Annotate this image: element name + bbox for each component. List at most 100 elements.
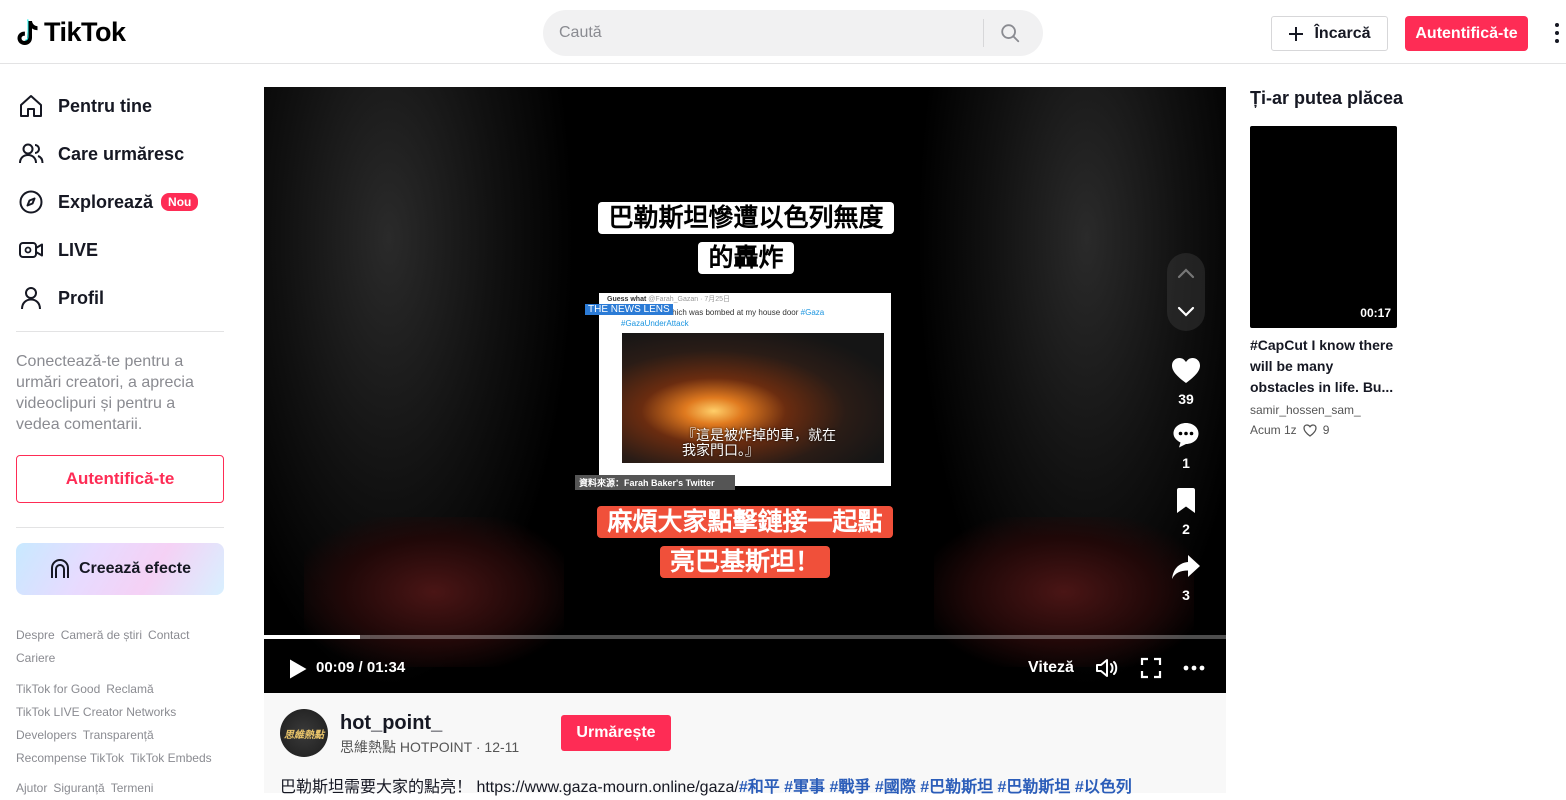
heart-icon [1172, 358, 1200, 383]
upload-label: Încarcă [1314, 24, 1371, 42]
home-icon [16, 91, 46, 121]
time-display: 00:09 / 01:34 [316, 659, 406, 676]
chevron-down-icon[interactable] [1177, 306, 1195, 318]
following-icon [16, 139, 46, 169]
search-input[interactable] [543, 24, 983, 42]
recommended-video-thumbnail[interactable]: 00:17 [1250, 126, 1397, 328]
fullscreen-icon[interactable] [1140, 657, 1162, 679]
speed-button[interactable]: Viteză [1028, 659, 1074, 677]
sidebar-item-explore[interactable]: Explorează Nou [16, 182, 199, 222]
sidebar-item-live[interactable]: LIVE [16, 230, 98, 270]
new-badge: Nou [161, 193, 199, 211]
video-subtitle: 『這是被炸掉的車，就在我家門口。』 [682, 427, 836, 458]
more-menu-icon[interactable] [1548, 20, 1566, 46]
footer-link[interactable]: TikTok LIVE Creator Networks [16, 705, 176, 719]
heart-outline-icon [1303, 423, 1317, 437]
login-button-sidebar[interactable]: Autentifică-te [16, 455, 224, 503]
video-controls: 00:09 / 01:34 Viteză [264, 647, 1226, 687]
progress-fill [264, 635, 361, 639]
footer-links-row: Cariere [16, 647, 231, 670]
search-button[interactable] [984, 10, 1036, 56]
video-description: 巴勒斯坦需要大家的點亮！ https://www.gaza-mourn.onli… [280, 773, 1220, 797]
live-icon [16, 235, 46, 265]
sidebar-item-following[interactable]: Care urmăresc [16, 134, 184, 174]
footer-link[interactable]: Recompense TikTok [16, 751, 124, 765]
footer-link[interactable]: Cameră de știri [61, 628, 142, 642]
footer-links-row: TikTok LIVE Creator Networks [16, 701, 231, 724]
divider [16, 331, 224, 332]
footer-link[interactable]: TikTok for Good [16, 682, 100, 696]
footer-links-row: TikTok for Good Reclamă [16, 678, 231, 701]
sidebar-item-label: LIVE [58, 239, 99, 260]
comment-button[interactable]: 1 [1165, 421, 1207, 471]
tiktok-note-icon [17, 19, 38, 45]
login-prompt-text: Conectează-te pentru a urmări creatori, … [16, 353, 194, 433]
more-options-icon[interactable] [1183, 665, 1205, 671]
login-button-header[interactable]: Autentifică-te [1405, 16, 1528, 51]
share-arrow-icon [1172, 555, 1200, 579]
video-caption-top: 巴勒斯坦慘遭以色列無度的轟炸 [597, 198, 895, 278]
logo-text: TikTok [44, 17, 126, 47]
blurred-background-right-glow [934, 517, 1194, 667]
chevron-up-icon[interactable] [1177, 267, 1195, 279]
share-button[interactable]: 3 [1165, 553, 1207, 603]
profile-icon [16, 283, 46, 313]
save-count: 2 [1182, 521, 1190, 537]
video-caption-bottom: 麻煩大家點擊鏈接一起點亮巴基斯坦！ [595, 502, 895, 582]
upload-button[interactable]: Încarcă [1271, 16, 1388, 51]
bookmark-icon [1177, 488, 1195, 513]
save-button[interactable]: 2 [1165, 487, 1207, 537]
search-icon [1001, 24, 1020, 43]
blurred-background-left-glow [304, 517, 564, 667]
author-nickname: 思維熱點 HOTPOINT · 12-11 [340, 739, 520, 755]
footer-links-row: Developers Transparență [16, 724, 231, 747]
video-player[interactable]: 巴勒斯坦慘遭以色列無度的轟炸 Guess what @Farah_Gazan ·… [264, 87, 1226, 693]
tweet-screenshot: Guess what @Farah_Gazan · 7月25日 This is … [599, 293, 891, 486]
sidebar-item-label: Pentru tine [58, 95, 153, 116]
create-effects-button[interactable]: Creează efecte [16, 543, 224, 595]
footer-link[interactable]: Reclamă [106, 682, 153, 696]
sidebar-item-label: Profil [58, 287, 105, 308]
volume-icon[interactable] [1095, 657, 1119, 679]
compass-icon [16, 187, 46, 217]
divider [16, 527, 224, 528]
source-credit: 資料來源：Farah Baker's Twitter [575, 475, 735, 490]
recommended-video-author[interactable]: samir_hossen_sam_ [1250, 403, 1361, 417]
video-info-panel: 思維熱點 hot_point_ 思維熱點 HOTPOINT · 12-11 Ur… [264, 693, 1226, 796]
recommended-video-time: Acum 1z [1250, 423, 1297, 437]
footer-link[interactable]: Developers [16, 728, 77, 742]
progress-bar[interactable] [264, 635, 1226, 639]
footer-links-row: Recompense TikTok TikTok Embeds [16, 747, 231, 770]
hashtag-links[interactable]: #和平 #軍事 #戰爭 #國際 #巴勒斯坦 #巴勒斯坦 #以色列 [739, 779, 1132, 796]
footer-link[interactable]: TikTok Embeds [130, 751, 212, 765]
video-nav-arrows [1167, 253, 1205, 331]
plus-icon [1289, 26, 1304, 41]
description-text: 巴勒斯坦需要大家的點亮！ https://www.gaza-mourn.onli… [280, 779, 739, 796]
sidebar-item-for-you[interactable]: Pentru tine [16, 86, 152, 126]
recommendations-title: Ți-ar putea plăcea [1250, 88, 1404, 108]
author-username[interactable]: hot_point_ [340, 712, 442, 735]
fire-photo: 『這是被炸掉的車，就在我家門口。』 [622, 333, 884, 463]
video-duration: 00:17 [1360, 306, 1391, 320]
video-frame[interactable]: 巴勒斯坦慘遭以色列無度的轟炸 Guess what @Farah_Gazan ·… [575, 87, 916, 693]
search-bar [543, 10, 1043, 56]
sidebar-item-label: Explorează [58, 191, 154, 212]
footer-link[interactable]: Cariere [16, 651, 55, 665]
recommended-video-meta: Acum 1z 9 [1250, 423, 1329, 437]
sidebar-item-label: Care urmăresc [58, 143, 185, 164]
effects-label: Creează efecte [78, 560, 192, 577]
play-icon[interactable] [288, 658, 308, 680]
recommended-video-title[interactable]: #CapCut I know there will be many obstac… [1250, 335, 1400, 398]
footer-link[interactable]: Contact [148, 628, 189, 642]
footer-link[interactable]: Despre [16, 628, 55, 642]
footer-links-row: Ajutor Siguranță Termeni [16, 777, 231, 800]
sidebar-item-profile[interactable]: Profil [16, 278, 104, 318]
avatar[interactable]: 思維熱點 [280, 709, 328, 757]
like-button[interactable]: 39 [1165, 357, 1207, 407]
tiktok-logo[interactable]: TikTok [16, 17, 126, 48]
comment-count: 1 [1182, 455, 1190, 471]
sidebar: Pentru tine Care urmăresc Explorează Nou… [0, 64, 240, 795]
comment-icon [1173, 423, 1199, 448]
follow-button[interactable]: Urmărește [561, 715, 671, 751]
footer-link[interactable]: Transparență [83, 728, 154, 742]
